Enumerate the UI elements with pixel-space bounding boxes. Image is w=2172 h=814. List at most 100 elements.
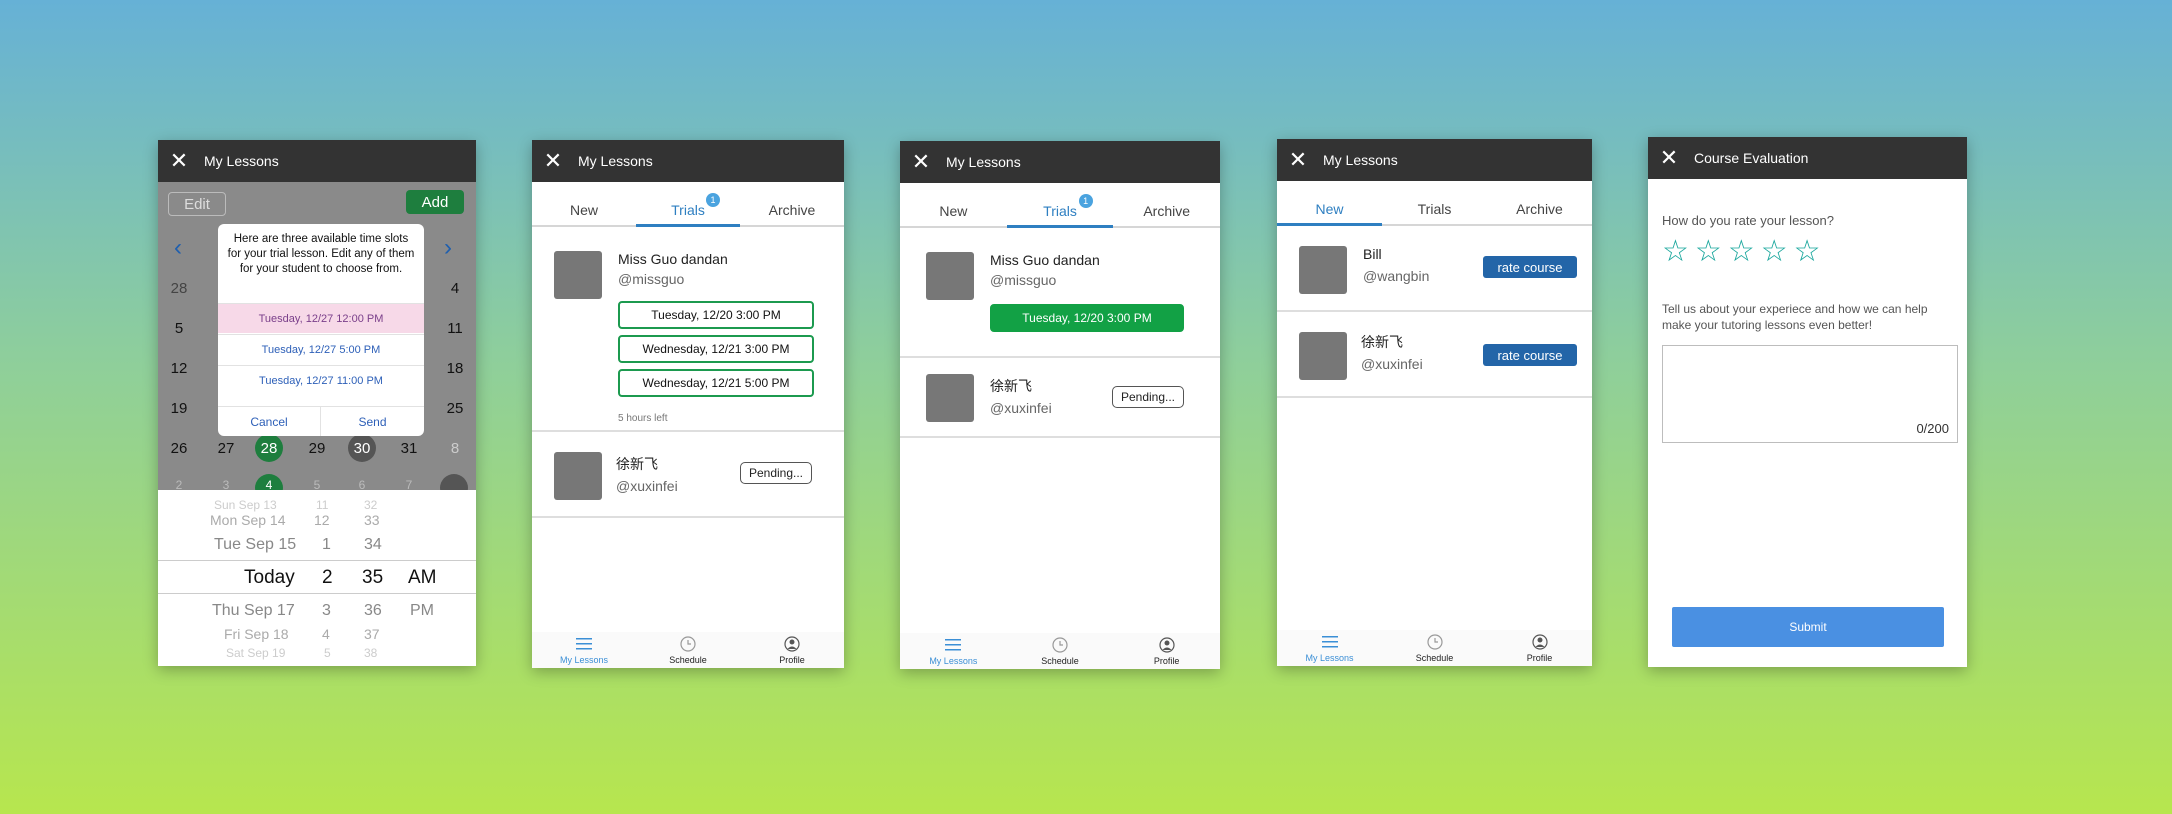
feedback-textarea[interactable]: 0/200 [1662, 345, 1958, 443]
tab-new[interactable]: New [900, 183, 1007, 226]
nav-profile[interactable]: Profile [740, 632, 844, 668]
star-icon[interactable]: ☆ [1761, 237, 1788, 267]
picker-minute: 33 [364, 512, 380, 528]
pending-button[interactable]: Pending... [1112, 386, 1184, 408]
timeslot-dialog: Here are three available time slots for … [218, 224, 424, 436]
chevron-left-icon[interactable]: ‹ [174, 234, 182, 262]
nav-my-lessons[interactable]: My Lessons [532, 632, 636, 668]
timeslot-option[interactable]: Tuesday, 12/27 5:00 PM [218, 334, 424, 364]
picker-selected-row[interactable]: Today 2 35 AM [158, 560, 476, 594]
nav-label: Schedule [1041, 656, 1079, 666]
student-handle: @xuxinfei [616, 478, 678, 494]
list-item[interactable]: 徐新飞 @xuxinfei Pending... [900, 360, 1220, 438]
day-cell[interactable]: 4 [440, 280, 470, 297]
star-icon[interactable]: ☆ [1794, 237, 1821, 267]
list-item[interactable]: 徐新飞 @xuxinfei rate course [1277, 314, 1592, 398]
nav-label: Schedule [669, 655, 707, 665]
avatar [1299, 246, 1347, 294]
day-cell[interactable]: 26 [164, 440, 194, 457]
edit-button[interactable]: Edit [168, 192, 226, 216]
day-cell[interactable]: 8 [440, 440, 470, 457]
day-cell[interactable]: 31 [394, 440, 424, 457]
picker-ampm: AM [408, 567, 437, 588]
close-icon[interactable]: ✕ [536, 140, 570, 182]
timeslot-button[interactable]: Tuesday, 12/20 3:00 PM [618, 301, 814, 329]
day-cell[interactable]: 19 [164, 400, 194, 417]
star-icon[interactable]: ☆ [1662, 237, 1689, 267]
tab-trials[interactable]: Trials [1382, 181, 1487, 224]
day-cell[interactable]: 18 [440, 360, 470, 377]
timeslot-button[interactable]: Wednesday, 12/21 5:00 PM [618, 369, 814, 397]
add-button[interactable]: Add [406, 190, 464, 214]
picker-minute: 32 [364, 498, 378, 512]
screen-trials-pending: ✕ My Lessons New Trials 1 Archive Miss G… [532, 140, 844, 668]
picker-minute: 34 [364, 536, 382, 553]
clock-icon [1051, 636, 1069, 654]
teacher-name: Miss Guo dandan [618, 251, 728, 267]
picker-hour: 1 [322, 536, 331, 553]
day-cell[interactable]: 27 [211, 440, 241, 457]
nav-my-lessons[interactable]: My Lessons [900, 633, 1007, 669]
timeslot-button[interactable]: Wednesday, 12/21 3:00 PM [618, 335, 814, 363]
tab-archive[interactable]: Archive [1487, 181, 1592, 224]
day-cell[interactable]: 28 [254, 440, 284, 457]
close-icon[interactable]: ✕ [1281, 139, 1315, 181]
nav-label: My Lessons [559, 655, 609, 665]
list-item[interactable]: 徐新飞 @xuxinfei Pending... [532, 434, 844, 518]
student-name: 徐新飞 [616, 456, 658, 472]
list-item[interactable]: Bill @wangbin rate course [1277, 228, 1592, 312]
picker-hour: 2 [322, 567, 333, 588]
cancel-button[interactable]: Cancel [218, 406, 321, 436]
day-cell[interactable]: 28 [164, 280, 194, 297]
screen-new-lessons: ✕ My Lessons New Trials Archive Bill @wa… [1277, 139, 1592, 666]
list-item[interactable]: Miss Guo dandan @missguo Tuesday, 12/20 … [532, 229, 844, 432]
nav-schedule[interactable]: Schedule [1007, 633, 1114, 669]
chevron-right-icon[interactable]: › [444, 234, 452, 262]
tab-bar: New Trials 1 Archive [532, 182, 844, 227]
day-cell[interactable]: 11 [440, 320, 470, 337]
close-icon[interactable]: ✕ [162, 140, 196, 182]
tab-archive[interactable]: Archive [1113, 183, 1220, 226]
day-cell[interactable]: 5 [164, 320, 194, 337]
day-cell[interactable]: 29 [302, 440, 332, 457]
clock-icon [1426, 633, 1444, 651]
timeslot-option[interactable]: Tuesday, 12/27 12:00 PM [218, 303, 424, 333]
notification-badge: 1 [706, 193, 720, 207]
timeslot-button[interactable]: Tuesday, 12/20 3:00 PM [990, 304, 1184, 332]
nav-profile[interactable]: Profile [1113, 633, 1220, 669]
header-bar: ✕ My Lessons [158, 140, 476, 182]
picker-ampm: PM [410, 602, 434, 619]
send-button[interactable]: Send [321, 406, 424, 436]
star-icon[interactable]: ☆ [1695, 237, 1722, 267]
tab-trials[interactable]: Trials 1 [636, 182, 740, 227]
close-icon[interactable]: ✕ [1652, 137, 1686, 179]
submit-button[interactable]: Submit [1672, 607, 1944, 647]
tab-trials[interactable]: Trials 1 [1006, 183, 1114, 228]
rate-course-button[interactable]: rate course [1483, 344, 1577, 366]
day-cell[interactable]: 12 [164, 360, 194, 377]
teacher-name: Bill [1363, 246, 1382, 262]
rate-course-button[interactable]: rate course [1483, 256, 1577, 278]
picker-date: Mon Sep 14 [210, 512, 286, 528]
datetime-picker[interactable]: Sun Sep 13 11 32 Mon Sep 14 12 33 Tue Se… [158, 490, 476, 666]
day-cell[interactable]: 30 [347, 440, 377, 457]
tab-archive[interactable]: Archive [740, 182, 844, 225]
star-icon[interactable]: ☆ [1728, 237, 1755, 267]
pending-button[interactable]: Pending... [740, 462, 812, 484]
day-cell[interactable]: 25 [440, 400, 470, 417]
tab-new[interactable]: New [1277, 181, 1382, 226]
bottom-nav: My Lessons Schedule Profile [532, 632, 844, 668]
feedback-prompt: Tell us about your experiece and how we … [1662, 302, 1928, 332]
picker-hour: 11 [316, 498, 329, 512]
star-rating[interactable]: ☆ ☆ ☆ ☆ ☆ [1662, 237, 1821, 267]
nav-my-lessons[interactable]: My Lessons [1277, 630, 1382, 666]
nav-profile[interactable]: Profile [1487, 630, 1592, 666]
close-icon[interactable]: ✕ [904, 141, 938, 183]
screen-course-evaluation: ✕ Course Evaluation How do you rate your… [1648, 137, 1967, 667]
bottom-nav: My Lessons Schedule Profile [1277, 630, 1592, 666]
list-item[interactable]: Miss Guo dandan @missguo Tuesday, 12/20 … [900, 230, 1220, 358]
nav-schedule[interactable]: Schedule [1382, 630, 1487, 666]
timeslot-option[interactable]: Tuesday, 12/27 11:00 PM [218, 365, 424, 395]
nav-schedule[interactable]: Schedule [636, 632, 740, 668]
tab-new[interactable]: New [532, 182, 636, 225]
